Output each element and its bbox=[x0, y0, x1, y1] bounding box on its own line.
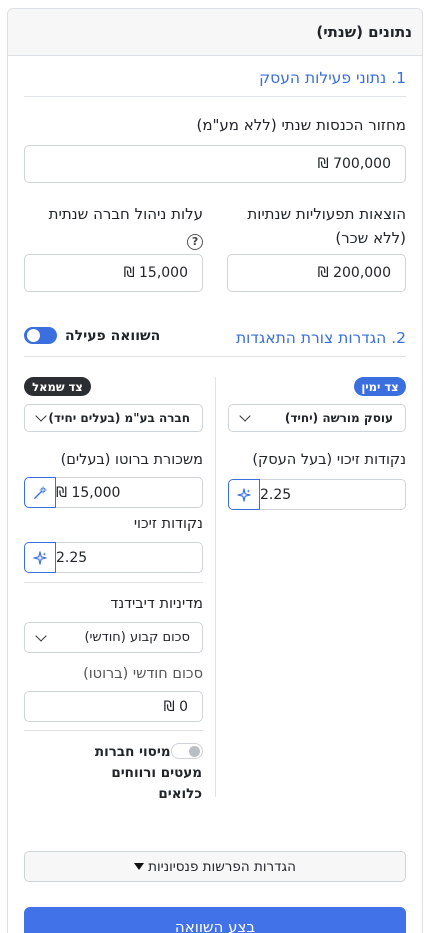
compare-toggle-label: השוואה פעילה bbox=[65, 327, 161, 344]
pension-settings-label: הגדרות הפרשות פנסיוניות bbox=[148, 858, 296, 875]
left-credit-points-group: 2.25 bbox=[24, 542, 203, 573]
sparkle-icon[interactable] bbox=[228, 479, 260, 510]
incorporation-section-title: 2. הגדרות צורת התאגדות bbox=[235, 329, 406, 347]
mgmt-cost-input[interactable]: 15,000 ₪ bbox=[24, 254, 203, 292]
mgmt-cost-value: 15,000 ₪ bbox=[123, 265, 188, 281]
right-side-badge: צד ימין bbox=[354, 377, 406, 396]
special-tax-label-line3: כלואים bbox=[158, 786, 202, 802]
left-entity-select[interactable]: חברה בע"מ (בעלים יחיד) bbox=[24, 404, 203, 432]
expenses-label: הוצאות תפעוליות שנתיות (ללא שכר) bbox=[247, 202, 406, 250]
run-comparison-button[interactable]: בצע השוואה bbox=[24, 907, 406, 933]
gross-salary-group: 15,000 ₪ bbox=[24, 477, 203, 508]
section-divider bbox=[24, 96, 406, 97]
expenses-label-line2: (ללא שכר) bbox=[335, 229, 406, 247]
card-header: נתונים (שנתי) bbox=[8, 9, 422, 56]
revenue-value: 700,000 ₪ bbox=[317, 156, 391, 172]
compare-toggle[interactable] bbox=[24, 327, 57, 344]
monthly-amount-input[interactable]: 0 ₪ bbox=[24, 691, 203, 722]
chevron-down-icon bbox=[35, 410, 47, 422]
magic-wand-icon[interactable] bbox=[24, 477, 56, 508]
expenses-input[interactable]: 200,000 ₪ bbox=[227, 254, 406, 292]
right-entity-select-value: עוסק מורשה (יחיד) bbox=[284, 411, 393, 425]
caret-down-icon bbox=[134, 863, 145, 870]
pension-settings-toggle[interactable]: הגדרות הפרשות פנסיוניות bbox=[24, 851, 406, 882]
left-credit-points-input[interactable]: 2.25 bbox=[56, 542, 203, 573]
right-entity-select[interactable]: עוסק מורשה (יחיד) bbox=[228, 404, 406, 432]
special-tax-label-line2: מעטים ורווחים bbox=[111, 765, 202, 781]
left-credit-points-value: 2.25 bbox=[56, 549, 88, 566]
gross-salary-input[interactable]: 15,000 ₪ bbox=[56, 477, 203, 508]
revenue-label: מחזור הכנסות שנתי (ללא מע"מ) bbox=[196, 116, 406, 134]
right-credit-points-group: 2.25 bbox=[228, 479, 406, 510]
sparkle-icon[interactable] bbox=[24, 542, 56, 573]
special-tax-toggle[interactable] bbox=[171, 743, 203, 759]
chevron-down-icon bbox=[239, 410, 251, 422]
expenses-value: 200,000 ₪ bbox=[317, 265, 391, 281]
left-divider-2 bbox=[24, 730, 203, 731]
mgmt-cost-label: עלות ניהול חברה שנתית ? bbox=[49, 202, 203, 252]
dividend-policy-value: סכום קבוע (חודשי) bbox=[84, 630, 190, 645]
left-side-badge: צד שמאל bbox=[24, 377, 91, 396]
run-comparison-label: בצע השוואה bbox=[174, 918, 256, 933]
expenses-label-line1: הוצאות תפעוליות שנתיות bbox=[247, 205, 406, 223]
right-credit-points-value: 2.25 bbox=[260, 486, 292, 503]
left-divider bbox=[24, 582, 203, 583]
monthly-amount-value: 0 ₪ bbox=[163, 698, 188, 715]
help-icon[interactable]: ? bbox=[187, 234, 203, 250]
dividend-policy-select[interactable]: סכום קבוע (חודשי) bbox=[24, 622, 203, 653]
column-divider bbox=[215, 377, 216, 797]
business-section-title: 1. נתוני פעילות העסק bbox=[259, 69, 406, 87]
card-title: נתונים (שנתי) bbox=[316, 23, 412, 41]
gross-salary-label: משכורת ברוטו (בעלים) bbox=[60, 452, 203, 468]
left-entity-select-value: חברה בע"מ (בעלים יחיד) bbox=[48, 411, 190, 425]
left-credit-points-label: נקודות זיכוי bbox=[133, 516, 203, 532]
right-credit-points-label: נקודות זיכוי (בעל העסק) bbox=[252, 452, 406, 468]
gross-salary-value: 15,000 ₪ bbox=[56, 484, 121, 501]
section-divider-2 bbox=[24, 356, 406, 357]
right-credit-points-input[interactable]: 2.25 bbox=[260, 479, 406, 510]
compare-toggle-row: השוואה פעילה bbox=[24, 327, 160, 344]
revenue-input[interactable]: 700,000 ₪ bbox=[24, 145, 406, 183]
data-card: נתונים (שנתי) 1. נתוני פעילות העסק מחזור… bbox=[7, 8, 423, 933]
dividend-policy-label: מדיניות דיבידנד bbox=[110, 596, 203, 612]
monthly-amount-label: סכום חודשי (ברוטו) bbox=[83, 666, 203, 682]
mgmt-cost-label-text: עלות ניהול חברה שנתית bbox=[48, 205, 203, 223]
chevron-down-icon bbox=[35, 629, 47, 642]
